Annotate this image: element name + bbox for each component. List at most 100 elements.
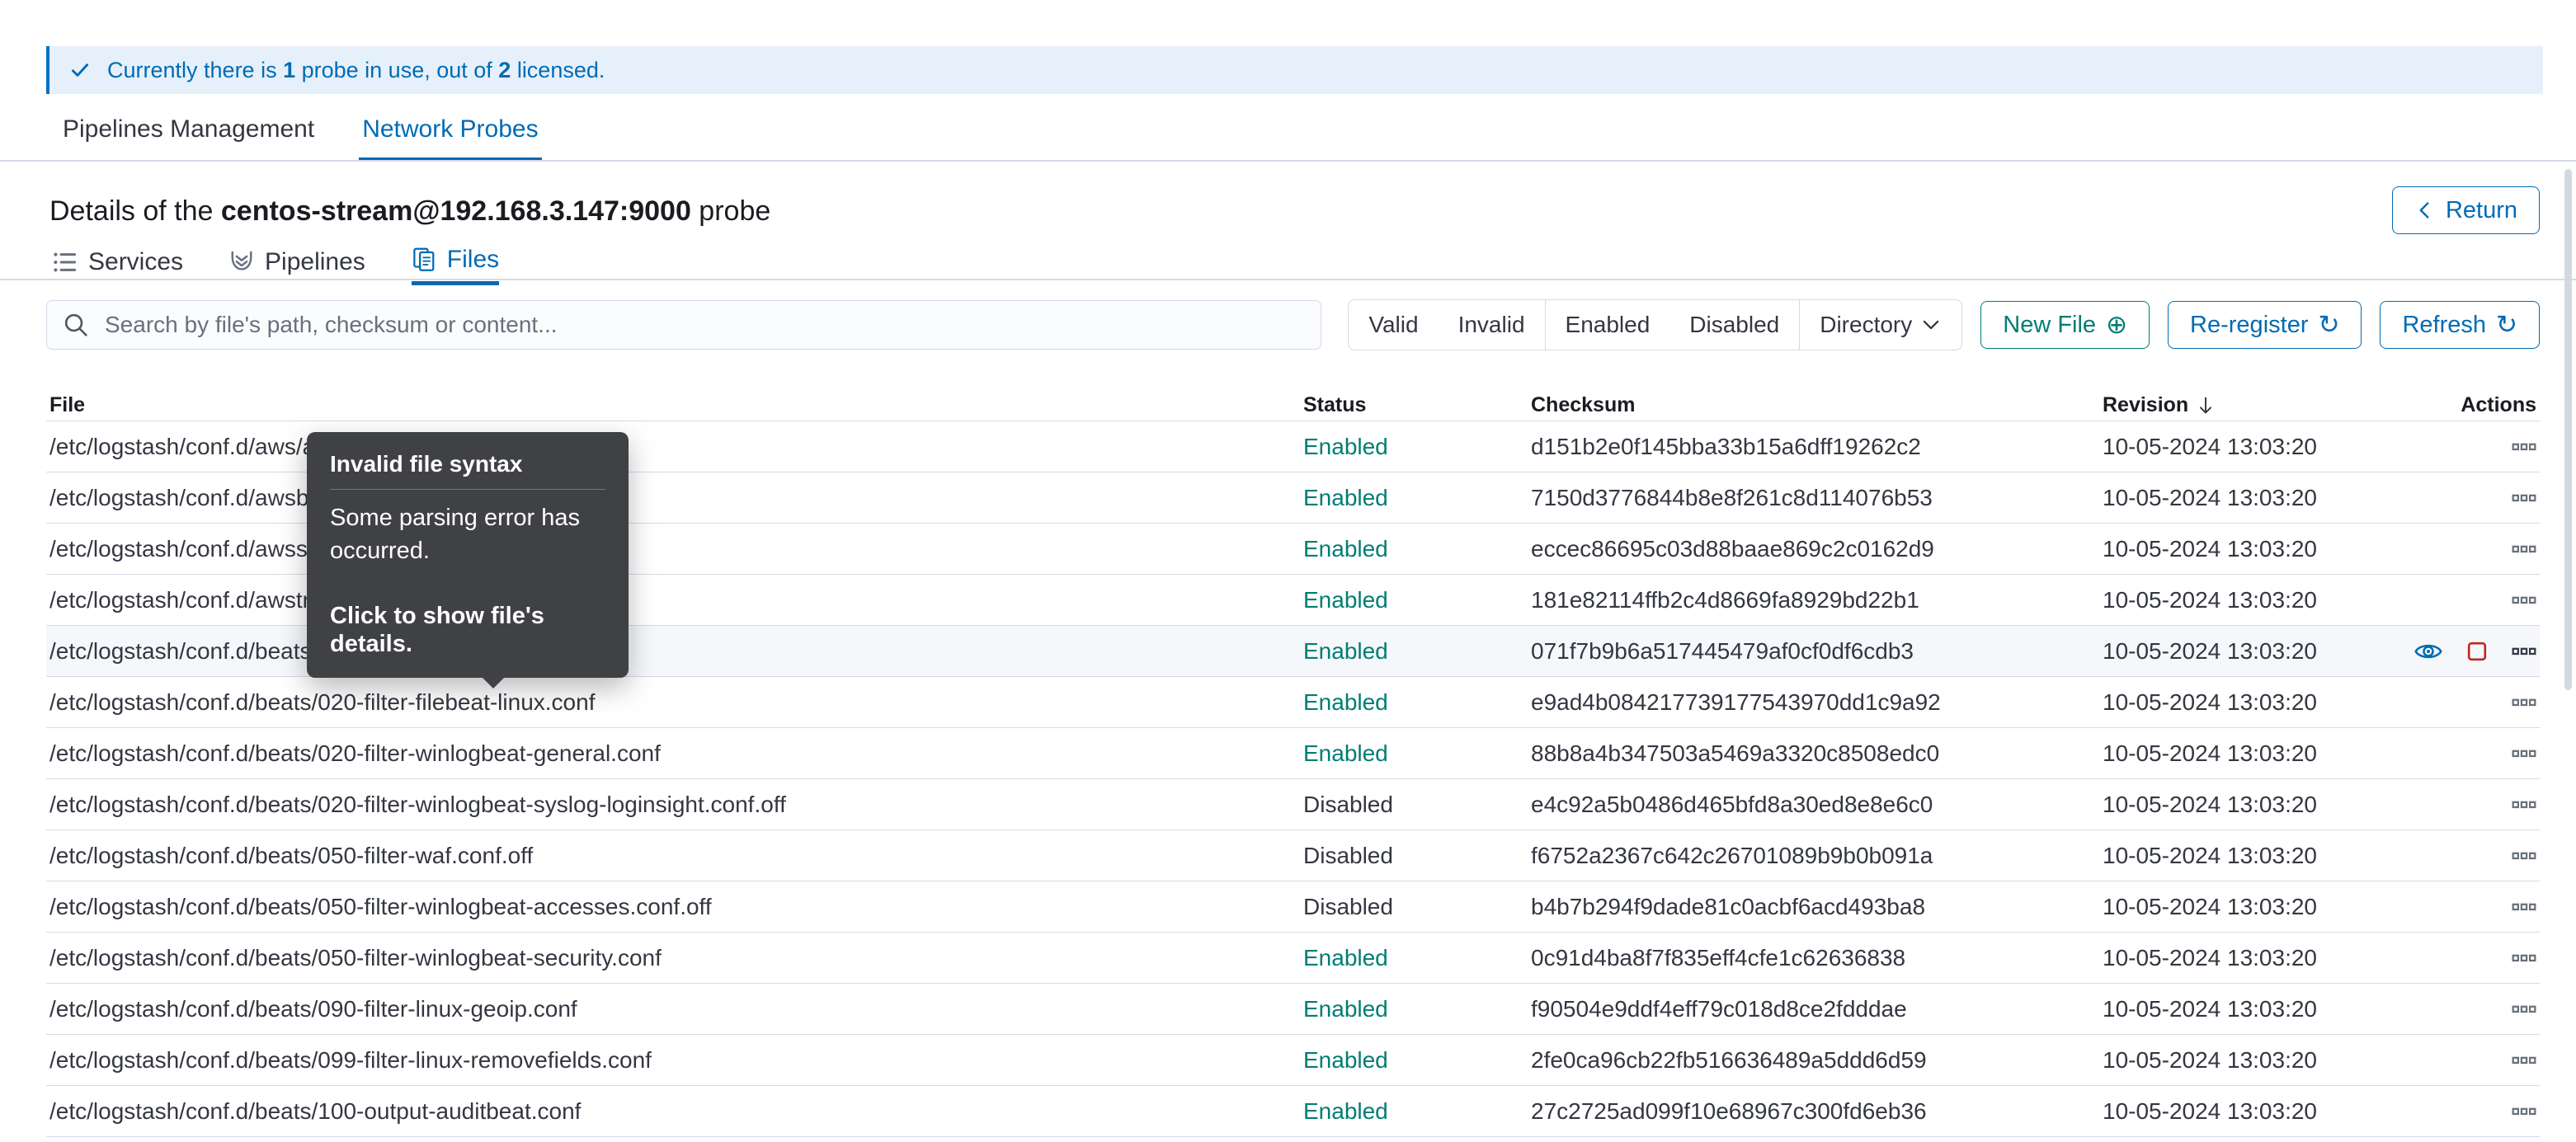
actions-cell [2371,1099,2540,1124]
header-file[interactable]: File [46,393,1300,417]
file-path-link[interactable]: /etc/logstash/conf.d/beats/050-filter-wi… [49,945,662,971]
table-row: /etc/logstash/conf.d/beats/020-filter-wi… [46,779,2540,830]
file-cell: /etc/logstash/conf.d/beats/050-filter-wa… [46,843,1300,869]
boxes-horizontal-icon[interactable] [2512,639,2536,664]
revision-text: 10-05-2024 13:03:20 [2103,1046,2317,1073]
file-path-link[interactable]: /etc/logstash/conf.d/beats/050-filter-wi… [49,894,712,920]
revision-text: 10-05-2024 13:03:20 [2103,535,2317,562]
status-text: Enabled [1303,535,1388,562]
actions-cell [2371,895,2540,919]
file-path-link[interactable]: /etc/logstash/conf.d/beats/100-output-au… [49,1098,581,1125]
header-status[interactable]: Status [1300,393,1528,417]
revision-text: 10-05-2024 13:03:20 [2103,740,2317,766]
header-revision[interactable]: Revision [2099,393,2371,417]
checksum-text: 7150d3776844b8e8f261c8d114076b53 [1531,484,1933,510]
boxes-horizontal-icon[interactable] [2512,844,2536,868]
checksum-text: 071f7b9b6a517445479af0cf0df6cdb3 [1531,637,1914,664]
tab-network-probes[interactable]: Network Probes [359,115,542,162]
file-path-link[interactable]: /etc/logstash/conf.d/beats/020-filter-wi… [49,792,786,818]
file-path-link[interactable]: /etc/logstash/conf.d/beats/099-filter-li… [49,1047,652,1074]
boxes-horizontal-icon[interactable] [2512,1048,2536,1073]
boxes-horizontal-icon[interactable] [2512,946,2536,970]
filter-group: Valid Invalid Enabled Disabled Directory [1348,299,1963,350]
file-cell: /etc/logstash/conf.d/beats/090-filter-li… [46,996,1300,1022]
boxes-horizontal-icon[interactable] [2512,1099,2536,1124]
checksum-text: 0c91d4ba8f7f835eff4cfe1c62636838 [1531,944,1906,970]
checksum-text: 88b8a4b347503a5469a3320c8508edc0 [1531,740,1940,766]
plus-circle-icon: ⊕ [2106,309,2128,340]
tooltip-footer: Click to show file's details. [330,603,544,657]
table-row: /etc/logstash/conf.d/beats/099-filter-li… [46,1035,2540,1086]
filter-directory-dropdown[interactable]: Directory [1799,300,1961,350]
file-path-link[interactable]: /etc/logstash/conf.d/beats/090-filter-li… [49,996,577,1022]
tooltip-arrow [482,677,505,688]
invalid-file-tooltip: Invalid file syntax Some parsing error h… [307,432,629,688]
filter-disabled[interactable]: Disabled [1669,300,1799,350]
boxes-horizontal-icon[interactable] [2512,997,2536,1022]
probe-address: centos-stream@192.168.3.147:9000 [220,195,691,227]
table-header: File Status Checksum Revision Actions [46,390,2540,421]
file-path-link[interactable]: /etc/logstash/conf.d/beats/020-filter-wi… [49,740,661,767]
license-callout: Currently there is 1 probe in use, out o… [46,46,2543,94]
return-button[interactable]: Return [2391,186,2540,234]
revision-text: 10-05-2024 13:03:20 [2103,944,2317,970]
probes-in-use-count: 1 [283,57,296,82]
search-icon [64,313,87,336]
boxes-horizontal-icon[interactable] [2512,690,2536,715]
revision-text: 10-05-2024 13:03:20 [2103,995,2317,1022]
chevron-down-icon [1920,314,1942,336]
new-file-button[interactable]: New File ⊕ [1980,301,2150,349]
actions-cell [2371,537,2540,562]
boxes-horizontal-icon[interactable] [2512,741,2536,766]
header-checksum[interactable]: Checksum [1528,393,2099,417]
tabs-divider [0,160,2576,162]
table-row: /etc/logstash/conf.d/beats/090-filter-li… [46,984,2540,1035]
file-cell: /etc/logstash/conf.d/beats/020-filter-fi… [46,689,1300,716]
top-tabs: Pipelines Management Network Probes [59,115,542,162]
chevron-left-icon [2414,200,2436,221]
file-path-link[interactable]: /etc/logstash/conf.d/beats/020-filter-fi… [49,689,595,716]
checksum-text: e9ad4b084217739177543970dd1c9a92 [1531,688,1941,715]
revision-text: 10-05-2024 13:03:20 [2103,688,2317,715]
boxes-horizontal-icon[interactable] [2512,792,2536,817]
boxes-horizontal-icon[interactable] [2512,486,2536,510]
filter-valid[interactable]: Valid [1349,300,1438,350]
refresh-button[interactable]: Refresh ↻ [2380,301,2540,349]
filter-enabled[interactable]: Enabled [1544,300,1670,350]
status-text: Disabled [1303,842,1393,868]
license-text: Currently there is 1 probe in use, out o… [107,57,605,82]
revision-text: 10-05-2024 13:03:20 [2103,586,2317,613]
filter-invalid[interactable]: Invalid [1439,300,1545,350]
revision-text: 10-05-2024 13:03:20 [2103,893,2317,919]
actions-cell [2371,792,2540,817]
table-row: /etc/logstash/conf.d/beats/050-filter-wi… [46,933,2540,984]
search-input[interactable] [103,311,1321,339]
stop-square-icon[interactable] [2465,640,2489,663]
vertical-scrollbar[interactable] [2564,169,2572,690]
file-cell: /etc/logstash/conf.d/beats/050-filter-wi… [46,894,1300,920]
boxes-horizontal-icon[interactable] [2512,588,2536,613]
title-row: Details of the centos-stream@192.168.3.1… [49,186,2540,236]
tab-pipelines-management[interactable]: Pipelines Management [59,115,318,162]
status-text: Disabled [1303,791,1393,817]
boxes-horizontal-icon[interactable] [2512,895,2536,919]
actions-cell [2371,588,2540,613]
checksum-text: b4b7b294f9dade81c0acbf6acd493ba8 [1531,893,1926,919]
actions-cell [2371,690,2540,715]
actions-cell [2371,486,2540,510]
file-cell: /etc/logstash/conf.d/beats/020-filter-wi… [46,740,1300,767]
table-row: /etc/logstash/conf.d/beats/100-output-au… [46,1086,2540,1137]
eye-icon[interactable] [2414,637,2442,665]
actions-cell [2371,997,2540,1022]
file-cell: /etc/logstash/conf.d/beats/100-output-au… [46,1098,1300,1125]
revision-text: 10-05-2024 13:03:20 [2103,791,2317,817]
table-row: /etc/logstash/conf.d/beats/050-filter-wa… [46,830,2540,881]
file-path-link[interactable]: /etc/logstash/conf.d/beats/050-filter-wa… [49,843,533,869]
boxes-horizontal-icon[interactable] [2512,435,2536,459]
revision-text: 10-05-2024 13:03:20 [2103,842,2317,868]
boxes-horizontal-icon[interactable] [2512,537,2536,562]
status-text: Enabled [1303,433,1388,459]
re-register-button[interactable]: Re-register ↻ [2168,301,2362,349]
status-text: Enabled [1303,995,1388,1022]
tooltip-title: Invalid file syntax [330,451,523,477]
